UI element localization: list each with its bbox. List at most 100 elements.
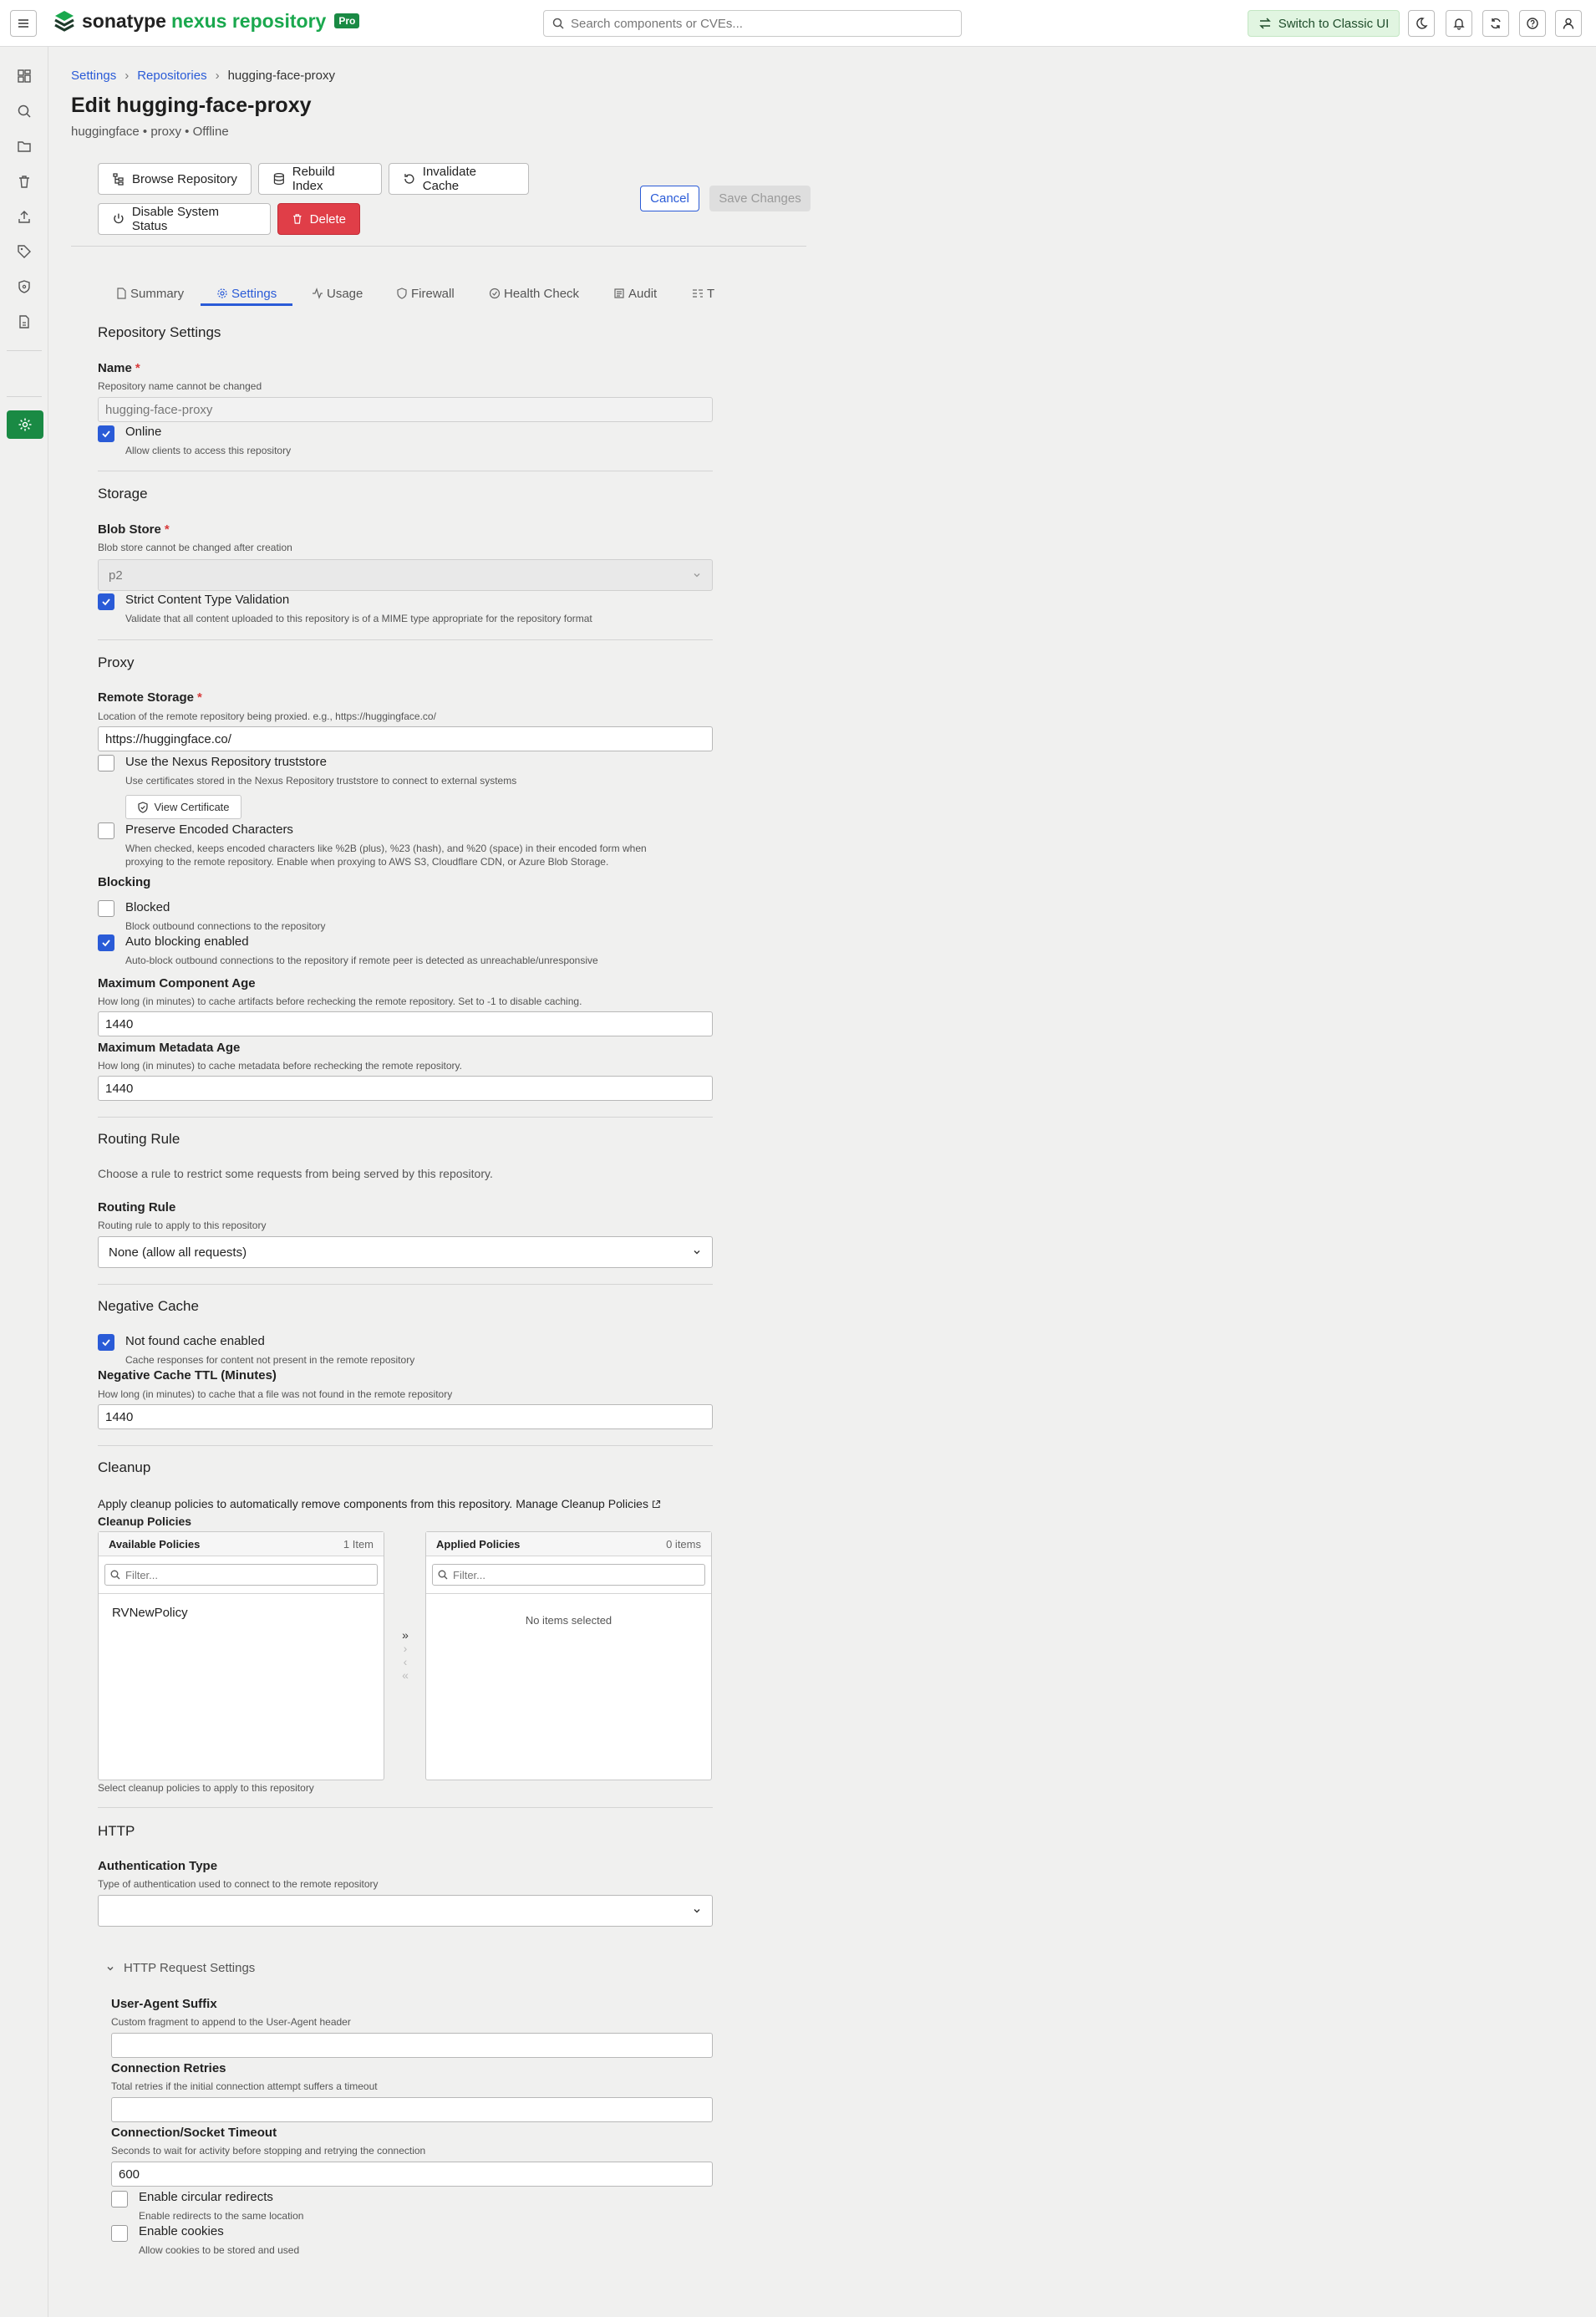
- blocked-checkbox[interactable]: [98, 900, 114, 917]
- move-all-left-icon[interactable]: «: [402, 1668, 409, 1682]
- notifications-button[interactable]: [1446, 10, 1472, 37]
- remote-storage-help: Location of the remote repository being …: [98, 710, 436, 722]
- list-item[interactable]: RVNewPolicy: [99, 1594, 384, 1632]
- negative-cache-ttl-help: How long (in minutes) to cache that a fi…: [98, 1388, 453, 1400]
- tab-usage[interactable]: Usage: [312, 281, 363, 306]
- tab-firewall[interactable]: Firewall: [396, 281, 455, 306]
- disable-system-status-button[interactable]: Disable System Status: [98, 203, 271, 235]
- preserve-encoded-checkbox[interactable]: [98, 822, 114, 839]
- tab-summary[interactable]: Summary: [115, 281, 184, 306]
- help-button[interactable]: [1519, 10, 1546, 37]
- save-changes-button[interactable]: Save Changes: [709, 186, 811, 211]
- switch-classic-ui-button[interactable]: Switch to Classic UI: [1248, 10, 1400, 37]
- cancel-button[interactable]: Cancel: [640, 186, 699, 211]
- user-agent-suffix-help: Custom fragment to append to the User-Ag…: [111, 2016, 351, 2028]
- available-policies-filter[interactable]: Filter...: [104, 1564, 378, 1586]
- auto-blocking-checkbox[interactable]: [98, 934, 114, 951]
- breadcrumb-settings[interactable]: Settings: [71, 69, 116, 83]
- activity-icon: [313, 288, 323, 299]
- sidebar-item-reports[interactable]: [14, 312, 34, 332]
- app-logo[interactable]: sonatype nexus repository Pro: [52, 8, 360, 33]
- check-icon: [102, 430, 110, 438]
- name-label-text: Name: [98, 361, 132, 375]
- invalidate-cache-button[interactable]: Invalidate Cache: [389, 163, 529, 195]
- sidebar-item-settings[interactable]: [7, 410, 43, 439]
- enable-cookies-checkbox[interactable]: [111, 2225, 128, 2242]
- sidebar-item-upload[interactable]: [14, 206, 34, 227]
- tab-audit[interactable]: Audit: [613, 281, 657, 306]
- available-policies-header: Available Policies 1 Item: [99, 1532, 384, 1556]
- view-certificate-button[interactable]: View Certificate: [125, 795, 241, 819]
- tab-overflow[interactable]: T: [692, 281, 714, 306]
- user-agent-suffix-input[interactable]: [111, 2033, 713, 2058]
- sidebar-item-security[interactable]: [14, 277, 34, 297]
- section-divider: [98, 1807, 713, 1808]
- max-component-age-help: How long (in minutes) to cache artifacts…: [98, 996, 582, 1007]
- move-left-icon[interactable]: ‹: [404, 1655, 408, 1668]
- circular-redirects-checkbox[interactable]: [111, 2191, 128, 2208]
- routing-rule-select[interactable]: None (allow all requests): [98, 1236, 713, 1268]
- rebuild-index-button[interactable]: Rebuild Index: [258, 163, 382, 195]
- sidebar-item-cleanup[interactable]: [14, 171, 34, 191]
- online-checkbox[interactable]: [98, 425, 114, 442]
- breadcrumb-repositories[interactable]: Repositories: [137, 69, 206, 83]
- blocking-label: Blocking: [98, 875, 151, 889]
- name-input[interactable]: hugging-face-proxy: [98, 397, 713, 422]
- delete-label: Delete: [309, 211, 346, 227]
- blob-store-select[interactable]: p2: [98, 559, 713, 591]
- delete-button[interactable]: Delete: [277, 203, 360, 235]
- tab-usage-label: Usage: [327, 286, 363, 301]
- auto-blocking-help: Auto-block outbound connections to the r…: [125, 955, 598, 966]
- not-found-cache-checkbox[interactable]: [98, 1334, 114, 1351]
- theme-toggle-button[interactable]: [1408, 10, 1435, 37]
- remote-storage-input[interactable]: https://huggingface.co/: [98, 726, 713, 751]
- authentication-type-select[interactable]: [98, 1895, 713, 1927]
- gear-icon: [217, 288, 227, 298]
- enable-cookies-help: Allow cookies to be stored and used: [139, 2244, 300, 2256]
- pro-badge: Pro: [334, 13, 360, 28]
- sidebar-item-tags[interactable]: [14, 242, 34, 262]
- user-menu-button[interactable]: [1555, 10, 1582, 37]
- routing-rule-value: None (allow all requests): [109, 1245, 247, 1260]
- connection-timeout-label: Connection/Socket Timeout: [111, 2126, 277, 2140]
- move-all-right-icon[interactable]: »: [402, 1628, 409, 1642]
- check-icon: [102, 940, 110, 947]
- logo-text: sonatype: [82, 9, 166, 32]
- preserve-encoded-help-line2: proxying to the remote repository. Enabl…: [125, 856, 609, 868]
- http-request-settings-label: HTTP Request Settings: [124, 1961, 256, 1975]
- required-marker: *: [135, 361, 140, 375]
- document-icon: [117, 288, 126, 299]
- strict-content-checkbox[interactable]: [98, 593, 114, 610]
- section-title-negative-cache: Negative Cache: [98, 1298, 199, 1314]
- sidebar-item-browse[interactable]: [14, 136, 34, 156]
- circular-redirects-label: Enable circular redirects: [139, 2190, 273, 2204]
- search-placeholder: Search components or CVEs...: [571, 16, 743, 31]
- connection-timeout-input[interactable]: 600: [111, 2162, 713, 2187]
- max-metadata-age-input[interactable]: 1440: [98, 1076, 713, 1101]
- connection-retries-input[interactable]: [111, 2097, 713, 2122]
- move-right-icon[interactable]: ›: [404, 1642, 408, 1655]
- transfer-controls: » › ‹ «: [399, 1628, 411, 1682]
- applied-policies-title: Applied Policies: [436, 1537, 521, 1551]
- truststore-checkbox[interactable]: [98, 755, 114, 771]
- sidebar-item-search[interactable]: [14, 101, 34, 121]
- max-component-age-input[interactable]: 1440: [98, 1011, 713, 1036]
- manage-cleanup-policies-link[interactable]: Manage Cleanup Policies: [516, 1497, 648, 1510]
- sidebar-item-dashboard[interactable]: [14, 66, 34, 86]
- blob-store-label: Blob Store *: [98, 522, 170, 537]
- global-search[interactable]: Search components or CVEs...: [543, 10, 962, 37]
- menu-toggle-button[interactable]: [10, 10, 37, 37]
- breadcrumb-separator: ›: [215, 69, 220, 83]
- available-policies-pane: Available Policies 1 Item Filter... RVNe…: [98, 1531, 384, 1780]
- tab-settings[interactable]: Settings: [216, 281, 277, 306]
- gear-icon: [18, 418, 32, 431]
- tab-firewall-label: Firewall: [411, 286, 455, 301]
- preserve-encoded-label: Preserve Encoded Characters: [125, 822, 293, 837]
- refresh-button[interactable]: [1482, 10, 1509, 37]
- applied-policies-filter[interactable]: Filter...: [432, 1564, 705, 1586]
- negative-cache-ttl-input[interactable]: 1440: [98, 1404, 713, 1429]
- tab-health-check[interactable]: Health Check: [489, 281, 579, 306]
- browse-repository-button[interactable]: Browse Repository: [98, 163, 252, 195]
- search-icon: [438, 1570, 448, 1580]
- http-request-settings-toggle[interactable]: HTTP Request Settings: [105, 1961, 255, 1975]
